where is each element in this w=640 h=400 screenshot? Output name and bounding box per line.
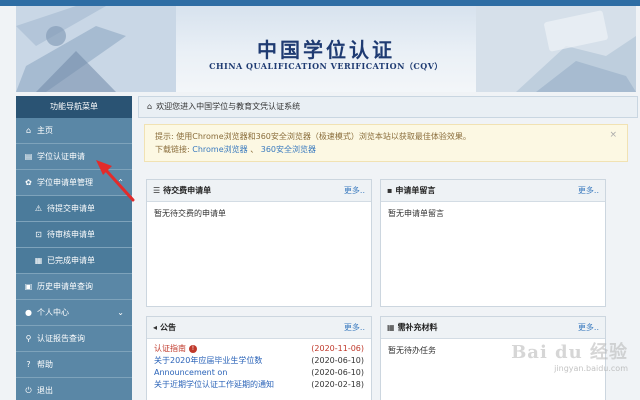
baidu-watermark: Bai du 经验 jingyan.baidu.com bbox=[511, 338, 628, 373]
site-banner: 中国学位认证 CHINA QUALIFICATION VERIFICATION（… bbox=[16, 6, 636, 92]
more-link[interactable]: 更多.. bbox=[344, 185, 365, 196]
cart-icon: ⊡ bbox=[35, 229, 42, 239]
sidebar-item-manage[interactable]: ✿ 学位申请单管理 ⌃ bbox=[16, 170, 132, 196]
sidebar-item-label: 认证报告查询 bbox=[37, 333, 85, 343]
welcome-text: 欢迎您进入中国学位与教育文凭认证系统 bbox=[156, 102, 301, 111]
sidebar-item-review[interactable]: ⊡ 待审核申请单 bbox=[16, 222, 132, 248]
list-item[interactable]: 认证指南! (2020-11-06) bbox=[154, 343, 364, 355]
sidebar-item-home[interactable]: ⌂ 主页 bbox=[16, 118, 132, 144]
watermark-sub: jingyan.baidu.com bbox=[554, 364, 628, 373]
sidebar-item-history[interactable]: ▣ 历史申请单查询 bbox=[16, 274, 132, 300]
messages-panel: ▪ 申请单留言 更多.. 暂无申请单留言 bbox=[380, 179, 606, 307]
panel-header: ☰ 待交费申请单 更多.. bbox=[147, 180, 371, 202]
browser360-link[interactable]: 360安全浏览器 bbox=[261, 145, 316, 154]
chrome-link[interactable]: Chrome浏览器 bbox=[192, 145, 247, 154]
banner-title: 中国学位认证 bbox=[257, 38, 395, 62]
panel-title: 需补充材料 bbox=[397, 323, 438, 332]
more-link[interactable]: 更多.. bbox=[578, 185, 599, 196]
notice-tip: 提示: 使用Chrome浏览器和360安全浏览器（极速模式）浏览本站以获取最佳体… bbox=[155, 132, 471, 141]
list-icon: ☰ bbox=[153, 186, 161, 195]
news-date: (2020-02-18) bbox=[311, 380, 364, 389]
power-icon: ⏻ bbox=[25, 385, 32, 395]
sidebar-item-label: 学位申请单管理 bbox=[37, 177, 93, 187]
panel-body: 暂无待交费的申请单 bbox=[154, 209, 226, 218]
sidebar-item-label: 个人中心 bbox=[37, 307, 69, 317]
browser-notice: 提示: 使用Chrome浏览器和360安全浏览器（极速模式）浏览本站以获取最佳体… bbox=[144, 124, 628, 162]
more-link[interactable]: 更多.. bbox=[344, 322, 365, 333]
sidebar-item-profile[interactable]: ● 个人中心 ⌄ bbox=[16, 300, 132, 326]
panel-header: ◂ 公告 更多.. bbox=[147, 317, 371, 339]
sidebar-item-help[interactable]: ? 帮助 bbox=[16, 352, 132, 378]
sidebar-item-label: 待提交申请单 bbox=[47, 203, 95, 213]
download-label: 下载链接: bbox=[155, 145, 190, 154]
news-title: 关于2020年应届毕业生学位数 bbox=[154, 356, 263, 365]
sidebar-header: 功能导航菜单 bbox=[16, 96, 132, 118]
panel-title: 待交费申请单 bbox=[163, 186, 212, 195]
sidebar-item-completed[interactable]: ▦ 已完成申请单 bbox=[16, 248, 132, 274]
news-date: (2020-11-06) bbox=[311, 344, 364, 353]
news-date: (2020-06-10) bbox=[311, 356, 364, 365]
panel-header: ▦ 需补充材料 更多.. bbox=[381, 317, 605, 339]
sidebar-item-logout[interactable]: ⏻ 退出 bbox=[16, 378, 132, 400]
list-item[interactable]: 关于近期学位认证工作延期的通知 (2020-02-18) bbox=[154, 379, 364, 391]
panel-body: 暂无申请单留言 bbox=[388, 209, 444, 218]
panel-title: 申请单留言 bbox=[395, 186, 436, 195]
breadcrumb: ⌂ 欢迎您进入中国学位与教育文凭认证系统 bbox=[138, 96, 638, 118]
search-icon: ⚲ bbox=[25, 333, 32, 343]
user-icon: ● bbox=[25, 307, 32, 317]
panel-body: 认证指南! (2020-11-06) 关于2020年应届毕业生学位数 (2020… bbox=[147, 339, 371, 397]
link-separator: 、 bbox=[250, 145, 259, 154]
list-icon: ▦ bbox=[34, 255, 43, 265]
sidebar-item-report[interactable]: ⚲ 认证报告查询 bbox=[16, 326, 132, 352]
close-icon[interactable]: × bbox=[609, 129, 617, 142]
sidebar-item-label: 帮助 bbox=[37, 359, 53, 369]
home-icon: ⌂ bbox=[25, 125, 32, 135]
list-item[interactable]: 关于2020年应届毕业生学位数 (2020-06-10) bbox=[154, 355, 364, 367]
question-icon: ? bbox=[26, 359, 31, 369]
sidebar-item-label: 历史申请单查询 bbox=[37, 281, 93, 291]
file-icon: ▤ bbox=[24, 151, 33, 161]
watermark-main: Bai du 经验 bbox=[511, 342, 628, 363]
sidebar-item-label: 已完成申请单 bbox=[47, 255, 95, 265]
banner-subtitle: CHINA QUALIFICATION VERIFICATION（CQV） bbox=[209, 61, 443, 71]
panel-header: ▪ 申请单留言 更多.. bbox=[381, 180, 605, 202]
sidebar-item-label: 待审核申请单 bbox=[47, 229, 95, 239]
chevron-up-icon: ⌃ bbox=[117, 177, 124, 187]
sidebar-item-label: 退出 bbox=[37, 385, 53, 395]
news-title: 认证指南 bbox=[154, 344, 186, 353]
sidebar-nav: 功能导航菜单 ⌂ 主页 ▤ 学位认证申请 ✿ 学位申请单管理 ⌃ ⚠ 待提交申请… bbox=[16, 96, 132, 400]
gear-icon: ✿ bbox=[25, 177, 32, 187]
sidebar-item-label: 主页 bbox=[37, 125, 53, 135]
sidebar-item-draft[interactable]: ⚠ 待提交申请单 bbox=[16, 196, 132, 222]
pending-payment-panel: ☰ 待交费申请单 更多.. 暂无待交费的申请单 bbox=[146, 179, 372, 307]
sidebar-item-apply[interactable]: ▤ 学位认证申请 bbox=[16, 144, 132, 170]
panel-title: 公告 bbox=[160, 323, 177, 332]
news-date: (2020-06-10) bbox=[311, 368, 364, 377]
warning-icon: ⚠ bbox=[34, 203, 43, 213]
bullhorn-icon: ◂ bbox=[153, 323, 158, 332]
archive-icon: ▣ bbox=[24, 281, 33, 291]
more-link[interactable]: 更多.. bbox=[578, 322, 599, 333]
comment-icon: ▪ bbox=[387, 186, 393, 195]
list-item[interactable]: Announcement on (2020-06-10) bbox=[154, 367, 364, 379]
chevron-down-icon: ⌄ bbox=[117, 307, 124, 317]
news-title: Announcement on bbox=[154, 368, 228, 377]
announcements-panel: ◂ 公告 更多.. 认证指南! (2020-11-06) 关于2020年应届毕业… bbox=[146, 316, 372, 400]
hot-badge-icon: ! bbox=[189, 344, 197, 353]
home-icon: ⌂ bbox=[147, 102, 153, 111]
sidebar-item-label: 学位认证申请 bbox=[37, 151, 85, 161]
grid-icon: ▦ bbox=[387, 323, 395, 332]
news-title: 关于近期学位认证工作延期的通知 bbox=[154, 380, 274, 389]
